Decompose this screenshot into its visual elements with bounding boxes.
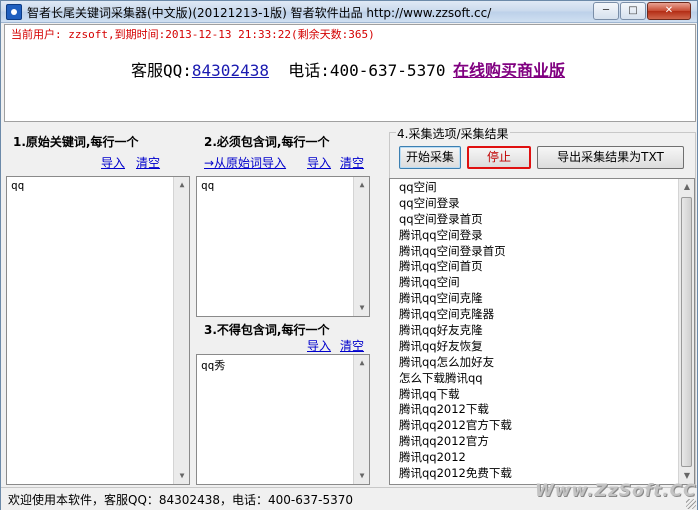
results-scrollbar[interactable]: ▲ ▼ xyxy=(678,179,694,484)
section1-import-link[interactable]: 导入 xyxy=(101,154,125,171)
must-include-scrollbar[interactable]: ▲ ▼ xyxy=(353,177,369,316)
section2-import-link[interactable]: 导入 xyxy=(307,154,331,171)
qq-number-link[interactable]: 84302438 xyxy=(192,61,269,80)
must-include-text: qq xyxy=(201,179,215,192)
result-item[interactable]: 怎么下载腾讯qq xyxy=(399,371,512,387)
result-item[interactable]: 腾讯qq空间首页 xyxy=(399,259,512,275)
scroll-up-icon[interactable]: ▲ xyxy=(174,177,190,193)
scroll-down-icon[interactable]: ▼ xyxy=(354,468,370,484)
result-item[interactable]: 腾讯qq空间登录首页 xyxy=(399,244,512,260)
must-exclude-text: qq秀 xyxy=(201,359,226,372)
window-title: 智者长尾关键词采集器(中文版)(20121213-1版) 智者软件出品 http… xyxy=(27,6,492,20)
minimize-button[interactable]: ─ xyxy=(593,2,619,20)
section3-clear-link[interactable]: 清空 xyxy=(340,337,364,354)
result-item[interactable]: 腾讯qq空间克隆 xyxy=(399,291,512,307)
user-info: 当前用户: zzsoft,到期时间:2013-12-13 21:33:22(剩余… xyxy=(11,28,375,41)
status-text: 欢迎使用本软件，客服QQ：84302438，电话：400-637-5370 xyxy=(8,493,353,507)
section3-title: 3.不得包含词,每行一个 xyxy=(204,323,330,337)
result-item[interactable]: 腾讯qq2012官方 xyxy=(399,434,512,450)
result-item[interactable]: 腾讯qq好友克隆 xyxy=(399,323,512,339)
results-items: qq空间 qq空间登录 qq空间登录首页 腾讯qq空间登录 腾讯qq空间登录首页 腾讯qq… xyxy=(399,180,512,482)
must-exclude-scrollbar[interactable]: ▲ ▼ xyxy=(353,355,369,484)
close-button[interactable]: ✕ xyxy=(647,2,691,20)
section1-title: 1.原始关键词,每行一个 xyxy=(13,135,139,149)
section2-clear-link[interactable]: 清空 xyxy=(340,154,364,171)
result-item[interactable]: 腾讯qq2012免费下载 xyxy=(399,466,512,482)
app-logo-icon xyxy=(6,4,22,20)
original-keywords-scrollbar[interactable]: ▲ ▼ xyxy=(173,177,189,484)
scroll-up-icon[interactable]: ▲ xyxy=(354,177,370,193)
result-item[interactable]: qq空间登录首页 xyxy=(399,212,512,228)
results-scroll-thumb[interactable] xyxy=(681,197,692,467)
result-item[interactable]: 腾讯qq好友恢复 xyxy=(399,339,512,355)
section4-title: 4.采集选项/采集结果 xyxy=(396,125,510,142)
original-keywords-textarea[interactable]: qq ▲ ▼ xyxy=(6,176,190,485)
phone-text: 电话:400-637-5370 xyxy=(288,61,446,80)
result-item[interactable]: 腾讯qq空间克隆器 xyxy=(399,307,512,323)
header-panel: 当前用户: zzsoft,到期时间:2013-12-13 21:33:22(剩余… xyxy=(4,24,696,122)
must-exclude-textarea[interactable]: qq秀 ▲ ▼ xyxy=(196,354,370,485)
result-item[interactable]: qq空间登录 xyxy=(399,196,512,212)
section2-title: 2.必须包含词,每行一个 xyxy=(204,135,330,149)
result-item[interactable]: 腾讯qq2012下载 xyxy=(399,402,512,418)
result-item[interactable]: 腾讯qq下载 xyxy=(399,387,512,403)
result-item[interactable]: qq空间 xyxy=(399,180,512,196)
buy-commercial-link[interactable]: 在线购买商业版 xyxy=(453,57,565,81)
result-item[interactable]: 腾讯qq怎么加好友 xyxy=(399,355,512,371)
result-item[interactable]: 腾讯qq空间 xyxy=(399,275,512,291)
original-keywords-text: qq xyxy=(11,179,25,192)
export-txt-button[interactable]: 导出采集结果为TXT xyxy=(537,146,684,169)
watermark: Www.ZzSoft.CC xyxy=(535,481,697,501)
scroll-down-icon[interactable]: ▼ xyxy=(174,468,190,484)
section2-import-from-original-link[interactable]: →从原始词导入 xyxy=(204,154,286,171)
start-collect-button[interactable]: 开始采集 xyxy=(399,146,461,169)
scroll-up-icon[interactable]: ▲ xyxy=(679,179,694,195)
stop-button[interactable]: 停止 xyxy=(467,146,531,169)
result-item[interactable]: 腾讯qq空间登录 xyxy=(399,228,512,244)
contact-info: 客服QQ:84302438 电话:400-637-5370 xyxy=(131,57,445,81)
app-window: 智者长尾关键词采集器(中文版)(20121213-1版) 智者软件出品 http… xyxy=(0,0,698,510)
maximize-button[interactable]: □ xyxy=(620,2,646,20)
result-item[interactable]: 腾讯qq2012 xyxy=(399,450,512,466)
scroll-up-icon[interactable]: ▲ xyxy=(354,355,370,371)
section1-clear-link[interactable]: 清空 xyxy=(136,154,160,171)
result-item[interactable]: 腾讯qq2012官方下载 xyxy=(399,418,512,434)
qq-label: 客服QQ: xyxy=(131,61,192,80)
must-include-textarea[interactable]: qq ▲ ▼ xyxy=(196,176,370,317)
title-bar[interactable]: 智者长尾关键词采集器(中文版)(20121213-1版) 智者软件出品 http… xyxy=(1,1,697,23)
section3-import-link[interactable]: 导入 xyxy=(307,337,331,354)
scroll-down-icon[interactable]: ▼ xyxy=(354,300,370,316)
results-list[interactable]: qq空间 qq空间登录 qq空间登录首页 腾讯qq空间登录 腾讯qq空间登录首页 腾讯qq… xyxy=(389,178,695,485)
